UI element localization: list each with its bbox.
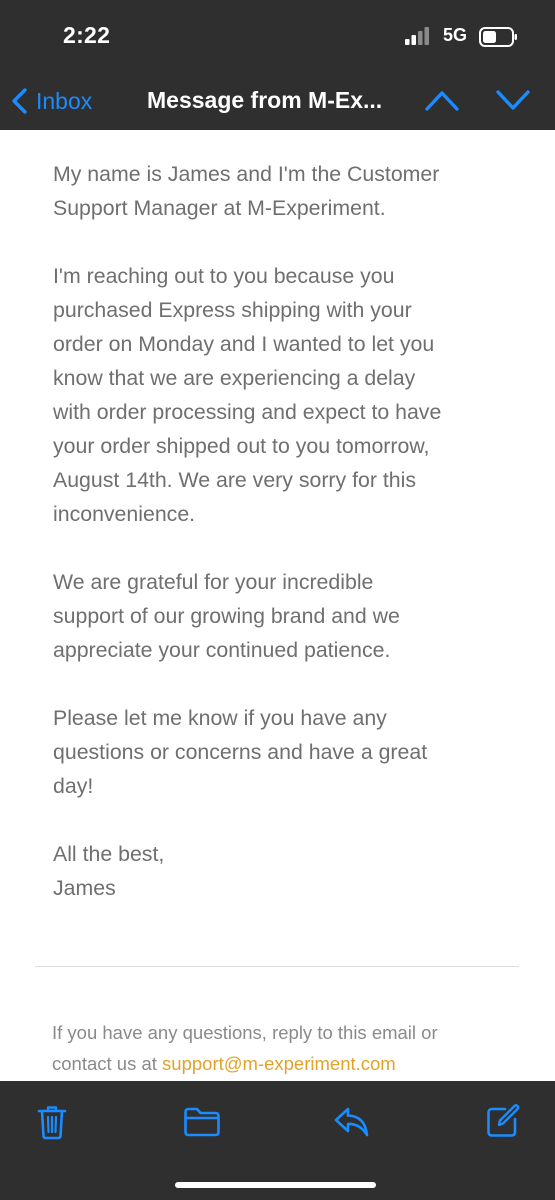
back-to-inbox-button[interactable]: Inbox [10,84,92,118]
message-paragraph: My name is James and I'm the Customer Su… [53,162,440,220]
status-time: 2:22 [63,22,111,48]
chevron-up-icon[interactable] [424,88,460,112]
chevron-down-icon[interactable] [495,88,531,112]
home-indicator [175,1182,376,1188]
network-label: 5G [443,25,468,45]
navigation-bar: Inbox Message from M-Ex... [0,72,555,130]
battery-icon [479,27,517,47]
support-email-link[interactable]: support@m-experiment.com [162,1053,396,1074]
message-signoff: All the best, James [53,842,165,900]
status-bar: 2:22 5G [0,0,555,72]
reply-icon[interactable] [333,1106,371,1138]
message-body: My name is James and I'm the Customer Su… [53,157,523,905]
compose-icon[interactable] [485,1103,521,1139]
trash-icon[interactable] [37,1104,67,1140]
folder-icon[interactable] [183,1106,221,1138]
divider [35,966,519,967]
signal-icon [405,27,429,45]
chevron-left-icon [12,88,27,114]
message-paragraph: We are grateful for your incredible supp… [53,570,400,662]
footer-note: If you have any questions, reply to this… [52,1017,522,1079]
message-title: Message from M-Ex... [147,87,383,113]
message-paragraph: Please let me know if you have any quest… [53,706,428,798]
back-button-label: Inbox [36,87,93,114]
message-paragraph: I'm reaching out to you because you purc… [53,264,442,526]
